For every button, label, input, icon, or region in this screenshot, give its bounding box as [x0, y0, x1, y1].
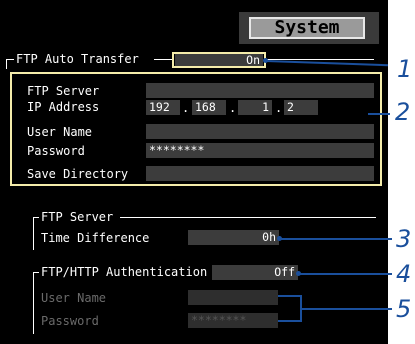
group-border-left — [6, 59, 7, 69]
callout-3-line — [280, 238, 392, 240]
auth-user-name-field[interactable] — [188, 290, 278, 305]
ip-dot-1: . — [182, 101, 190, 115]
auth-select[interactable]: Off — [212, 265, 298, 280]
callout-4: 4 — [396, 260, 412, 288]
password-label: Password — [27, 144, 85, 158]
callout-5-line — [302, 308, 392, 310]
save-directory-label: Save Directory — [27, 167, 129, 181]
auth-user-name-label: User Name — [41, 291, 107, 305]
screen: System FTP Auto Transfer On FTP Server I… — [0, 0, 388, 344]
system-tab-button[interactable]: System — [249, 17, 365, 39]
group-border-top-left — [6, 59, 14, 60]
ip-octet-3[interactable]: 1 — [238, 100, 272, 115]
auth-password-field[interactable]: ******** — [188, 313, 278, 328]
callout-2: 2 — [395, 98, 411, 126]
save-directory-field[interactable] — [146, 166, 374, 181]
ftp-auto-transfer-label: FTP Auto Transfer — [16, 52, 139, 66]
auth-group-border-left — [33, 272, 34, 334]
callout-1: 1 — [397, 55, 413, 83]
ip-octet-1[interactable]: 192 — [146, 100, 180, 115]
ip-dot-3: . — [275, 101, 283, 115]
user-name-field[interactable] — [146, 124, 374, 139]
callout-3: 3 — [396, 225, 412, 253]
password-field[interactable]: ******** — [146, 143, 374, 158]
user-name-label: User Name — [27, 125, 93, 139]
ftp-server-label: FTP Server — [27, 84, 100, 98]
time-group-border-top-left — [33, 217, 39, 218]
time-difference-label: Time Difference — [41, 231, 150, 245]
system-tab-frame: System — [239, 12, 379, 44]
callout-4-line — [299, 273, 392, 275]
ftp-server-field[interactable] — [146, 83, 374, 98]
callout-5: 5 — [396, 295, 412, 323]
time-group-title: FTP Server — [41, 210, 114, 224]
auth-group-border-top — [33, 272, 39, 273]
time-group-border-left — [33, 217, 34, 250]
auth-password-label: Password — [41, 314, 99, 328]
ip-address-label: IP Address — [27, 100, 100, 114]
ip-octet-2[interactable]: 168 — [192, 100, 226, 115]
group-border-top-mid — [154, 59, 172, 60]
callout-5-bracket-top — [278, 295, 302, 297]
ip-octet-4[interactable]: 2 — [284, 100, 318, 115]
time-group-border-top-right — [120, 217, 376, 218]
ftp-auto-transfer-select[interactable]: On — [175, 54, 263, 66]
callout-2-line — [368, 113, 390, 115]
ip-dot-2: . — [229, 101, 237, 115]
time-difference-field[interactable]: 0h — [188, 230, 279, 245]
callout-5-bracket-bottom — [278, 320, 302, 322]
auth-group-title: FTP/HTTP Authentication — [41, 265, 208, 279]
